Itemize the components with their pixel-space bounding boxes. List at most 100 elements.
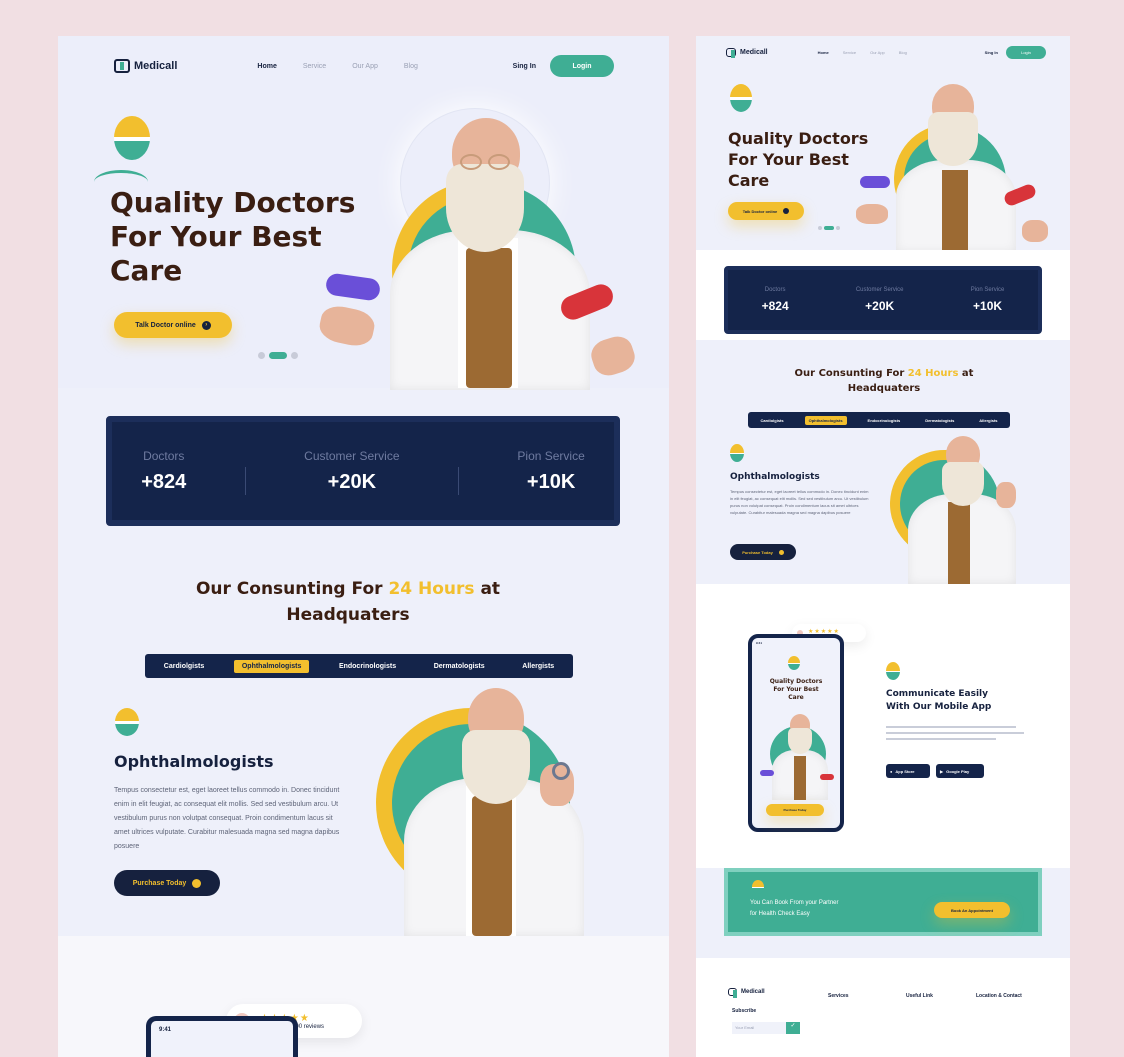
consulting-title-line-2: Headquaters [847, 383, 921, 394]
medical-cross-icon [726, 47, 736, 58]
footer-col-title: Location & Contact [976, 993, 1022, 999]
hero-section: Medicall Home Service Our App Blog Sing … [58, 36, 669, 390]
talk-doctor-button[interactable]: Talk Doctor online › [114, 312, 232, 338]
pill-logo-icon [730, 84, 752, 112]
doctor-ophthalmologist-image [349, 681, 630, 936]
nav-blog[interactable]: Blog [404, 63, 418, 70]
tab-allergists[interactable]: Allergists [975, 416, 1001, 425]
stat-label: Customer Service [855, 287, 904, 293]
purchase-today-label: Purchase Today [132, 879, 187, 887]
carousel-dots[interactable] [818, 226, 840, 230]
nav-home[interactable]: Home [818, 50, 829, 55]
login-button[interactable]: Login [1006, 45, 1046, 59]
tab-endocrinologists[interactable]: Endocrinologists [331, 660, 404, 673]
red-capsule-icon [820, 774, 834, 780]
login-button[interactable]: Login [550, 55, 614, 77]
tab-ophthalmologists[interactable]: Ophthalmologists [233, 659, 310, 673]
phone-hero-title: Quality Doctors For Your Best Care [758, 678, 834, 702]
stat-label: Pion Service [970, 287, 1005, 293]
stat-value: +20K [327, 470, 377, 493]
tab-cardiologists[interactable]: Cardiolgists [756, 416, 787, 425]
sign-in-link[interactable]: Sing In [513, 63, 536, 70]
tab-endocrinologists[interactable]: Endocrinologists [864, 416, 905, 425]
phone-cta-button[interactable]: Purchase Today [766, 804, 824, 816]
nav-blog[interactable]: Blog [899, 50, 907, 55]
specialty-description: Tempus consectetur est, eget laoreet tel… [114, 787, 340, 850]
stat-label: Doctors [143, 448, 185, 463]
nav-service[interactable]: Service [843, 50, 856, 55]
pill-icon [115, 708, 139, 736]
phone-cta-label: Purchase Today [783, 808, 807, 812]
nav-our-app[interactable]: Our App [352, 63, 378, 70]
consulting-title: Our Consunting For 24 Hours at Headquate… [138, 576, 558, 628]
brand-logo[interactable]: Medicall [726, 47, 768, 58]
specialty-description: Tempus consectetur est, eget laoreet tel… [730, 489, 869, 515]
purchase-today-label: Purchase Today [742, 549, 773, 555]
tab-dermatologists[interactable]: Dermatologists [426, 660, 493, 673]
brand-name: Medicall [740, 48, 768, 56]
nav-home[interactable]: Home [257, 63, 276, 70]
carousel-dots[interactable] [258, 352, 298, 359]
consulting-title: Our Consunting For 24 Hours at Headquate… [756, 366, 1012, 396]
nav-our-app[interactable]: Our App [870, 50, 885, 55]
brand-logo[interactable]: Medicall [114, 59, 177, 73]
pill-icon [752, 880, 764, 894]
specialty-tabs: Cardiolgists Ophthalmologists Endocrinol… [748, 412, 1010, 428]
book-appointment-button[interactable]: Book An Appointment [934, 902, 1010, 918]
talk-doctor-label: Talk Doctor online [135, 321, 196, 329]
stat-label: Pion Service [517, 448, 585, 463]
google-play-label: Google Play [946, 768, 970, 774]
consulting-highlight: 24 Hours [907, 368, 959, 379]
purchase-today-button[interactable]: Purchase Today [730, 544, 796, 560]
google-play-button[interactable]: ▶ Google Play [936, 764, 984, 778]
pill-icon [730, 444, 744, 462]
doctor-hero-image [316, 108, 639, 390]
pill-logo-icon [788, 656, 800, 670]
footer-logo[interactable]: Medicall [728, 988, 765, 998]
app-store-label: App Store [895, 768, 915, 774]
stat-value: +824 [761, 299, 789, 313]
apple-icon: ● [890, 768, 893, 774]
stat-value: +10K [973, 299, 1003, 313]
stats-band: Doctors +824 Customer Service +20K Pion … [724, 266, 1042, 334]
mobile-app-title: Communicate Easily With Our Mobile App [886, 688, 991, 714]
tab-allergists[interactable]: Allergists [514, 660, 562, 673]
specialty-title: Ophthalmologists [114, 752, 274, 771]
mobile-app-description [886, 726, 1026, 746]
consulting-title-pre: Our Consunting For [794, 368, 908, 379]
landing-page-overview: Medicall Home Service Our App Blog Sing … [696, 36, 1070, 1057]
phone-hero-title-line-2: For Your Best [773, 686, 819, 693]
partner-cta-line-1: You Can Book From your Partner [750, 900, 839, 906]
stat-value: +20K [865, 299, 895, 313]
tab-dermatologists[interactable]: Dermatologists [921, 416, 958, 425]
blue-capsule-icon [860, 176, 890, 188]
nav-service[interactable]: Service [303, 63, 326, 70]
stat-customer-service: Customer Service +20K [856, 287, 904, 313]
stat-label: Doctors [764, 287, 786, 293]
arrow-right-icon [783, 208, 790, 214]
phone-mockup: 9:41 Quality Doctors For Your Best Care … [748, 634, 844, 832]
footer-col-location: Location & Contact [976, 992, 1022, 1006]
footer-brand-name: Medicall [741, 989, 765, 995]
sign-in-link[interactable]: Sing In [985, 50, 998, 55]
book-appointment-label: Book An Appointment [951, 907, 993, 913]
tab-ophthalmologists[interactable]: Ophthalmologists [804, 415, 847, 425]
phone-hero-title-line-1: Quality Doctors [769, 678, 823, 685]
consulting-title-post: at [474, 579, 501, 599]
hero-title-line-1: Quality Doctors [728, 129, 869, 148]
talk-doctor-button[interactable]: Talk Doctor online [728, 202, 804, 220]
stat-label: Customer Service [304, 448, 400, 463]
brand-name: Medicall [134, 60, 178, 72]
subscribe-submit-icon[interactable]: ✓ [786, 1022, 800, 1034]
hero-title-line-2: For Your Best [728, 150, 849, 169]
purchase-today-button[interactable]: Purchase Today [114, 870, 220, 896]
app-store-button[interactable]: ● App Store [886, 764, 930, 778]
hero-title-line-3: Care [728, 171, 770, 190]
stat-value: +824 [141, 470, 187, 493]
play-icon: ▶ [940, 768, 944, 774]
arrow-right-icon [192, 878, 202, 888]
phone-hero-title-line-3: Care [788, 694, 804, 701]
nav-links: Home Service Our App Blog [257, 63, 418, 70]
tab-cardiologists[interactable]: Cardiolgists [156, 660, 212, 673]
consulting-highlight: 24 Hours [388, 579, 475, 599]
